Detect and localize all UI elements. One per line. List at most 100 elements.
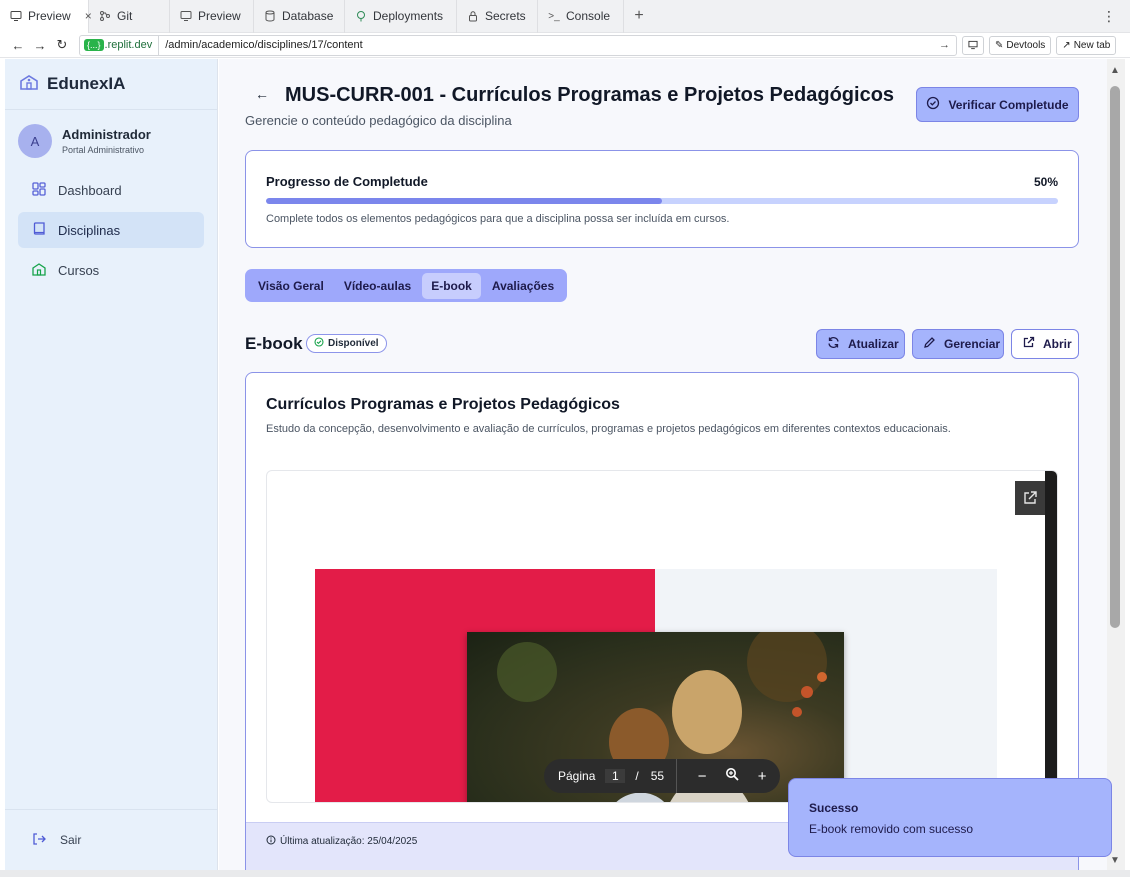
- monitor-icon: [180, 10, 192, 22]
- screen-icon: [968, 40, 978, 50]
- window-bottom-edge: [0, 870, 1130, 877]
- external-link-icon: [1022, 336, 1035, 352]
- tab-label: Preview: [198, 9, 241, 23]
- back-arrow-icon[interactable]: ←: [7, 38, 29, 53]
- browser-tab-bar: Preview × Git Preview Database Deploymen…: [0, 0, 1130, 33]
- address-field[interactable]: {...} .replit.dev /admin/academico/disci…: [79, 34, 957, 56]
- scrollbar-thumb[interactable]: [1110, 86, 1120, 628]
- open-label: Abrir: [1043, 337, 1072, 351]
- devtools-button[interactable]: ✎ Devtools: [989, 35, 1052, 55]
- logout-icon: [32, 832, 46, 849]
- zoom-in-button[interactable]: +: [747, 768, 777, 785]
- zoom-out-button[interactable]: −: [687, 768, 717, 785]
- page-number-input[interactable]: 1: [605, 769, 626, 783]
- page-total: 55: [650, 769, 665, 783]
- check-circle-icon: [314, 337, 324, 350]
- school-icon: [32, 262, 46, 279]
- new-tab-label: New tab: [1073, 39, 1111, 51]
- info-icon: [266, 835, 276, 848]
- tab-git[interactable]: Git: [89, 0, 170, 33]
- deploy-icon: [355, 10, 367, 22]
- brand: EdunexIA: [5, 59, 217, 110]
- user-profile: A Administrador Portal Administrativo: [5, 110, 217, 172]
- manage-button[interactable]: Gerenciar: [912, 329, 1004, 359]
- more-options-icon[interactable]: ⋮: [1102, 8, 1116, 25]
- success-toast[interactable]: Sucesso E-book removido com sucesso: [788, 778, 1112, 857]
- sidebar-item-label: Disciplinas: [58, 222, 121, 238]
- popout-button[interactable]: [1015, 481, 1045, 515]
- new-tab-link-button[interactable]: ↗ New tab: [1056, 35, 1117, 55]
- database-icon: [264, 10, 276, 22]
- page-title: MUS-CURR-001 - Currículos Programas e Pr…: [285, 84, 895, 106]
- user-name: Administrador: [62, 127, 151, 142]
- toast-message: E-book removido com sucesso: [809, 822, 974, 836]
- replit-badge: {...}: [84, 39, 104, 51]
- progress-fill: [266, 198, 662, 204]
- sidebar-item-cursos[interactable]: Cursos: [18, 252, 204, 288]
- tab-label: Git: [117, 9, 133, 23]
- verify-completeness-button[interactable]: Verificar Completude: [916, 87, 1079, 122]
- sidebar-item-label: Dashboard: [58, 182, 122, 198]
- tab-deployments[interactable]: Deployments: [345, 0, 457, 33]
- dashboard-icon: [32, 181, 46, 199]
- sidebar-item-dashboard[interactable]: Dashboard: [18, 172, 204, 208]
- check-circle-icon: [926, 96, 940, 113]
- page-scrollbar[interactable]: ▲ ▼: [1107, 59, 1125, 870]
- tab-visao-geral[interactable]: Visão Geral: [249, 273, 333, 299]
- content-tabs: Visão Geral Vídeo-aulas E-book Avaliaçõe…: [245, 269, 568, 302]
- last-updated-text: Última atualização: 25/04/2025: [280, 836, 418, 847]
- progress-card: Progresso de Completude 50% Complete tod…: [245, 150, 1079, 248]
- sidebar: EdunexIA A Administrador Portal Administ…: [5, 59, 218, 870]
- tab-ebook[interactable]: E-book: [422, 272, 481, 299]
- screen-button[interactable]: [962, 35, 984, 55]
- zoom-icon[interactable]: [717, 767, 747, 785]
- tab-database[interactable]: Database: [254, 0, 345, 33]
- url-host: {...} .replit.dev: [80, 35, 160, 55]
- manage-label: Gerenciar: [944, 337, 1001, 351]
- git-icon: [99, 10, 111, 22]
- page-label: Página: [558, 769, 596, 783]
- devtools-label: Devtools: [1006, 39, 1046, 51]
- sidebar-item-label: Cursos: [58, 262, 100, 278]
- ebook-title: Currículos Programas e Projetos Pedagógi…: [266, 396, 620, 413]
- tab-preview[interactable]: Preview ×: [0, 0, 92, 33]
- tab-video-aulas[interactable]: Vídeo-aulas: [335, 273, 420, 299]
- sidebar-item-disciplinas[interactable]: Disciplinas: [18, 212, 204, 248]
- refresh-label: Atualizar: [848, 337, 899, 351]
- logout-button[interactable]: Sair: [5, 809, 218, 870]
- scroll-up-icon[interactable]: ▲: [1110, 65, 1120, 76]
- tab-label: Preview: [28, 9, 71, 23]
- forward-arrow-icon[interactable]: →: [29, 38, 51, 53]
- sidebar-nav: Dashboard Disciplinas Cursos: [5, 172, 217, 288]
- new-tab-button[interactable]: +: [624, 7, 654, 25]
- go-arrow-icon[interactable]: →: [939, 39, 950, 51]
- progress-percent: 50%: [1033, 175, 1058, 189]
- url-path: /admin/academico/disciplines/17/content: [165, 39, 363, 51]
- scroll-down-icon[interactable]: ▼: [1110, 855, 1120, 866]
- refresh-button[interactable]: Atualizar: [816, 329, 905, 359]
- verify-label: Verificar Completude: [948, 97, 1069, 112]
- reload-icon[interactable]: ↻: [51, 37, 73, 53]
- brand-name: EdunexIA: [47, 74, 126, 93]
- terminal-icon: >_: [548, 10, 560, 22]
- open-button[interactable]: Abrir: [1011, 329, 1079, 359]
- ebook-section-title: E-book: [245, 334, 303, 353]
- tab-label: Database: [282, 9, 334, 23]
- host-text: .replit.dev: [104, 39, 153, 51]
- tab-avaliacoes[interactable]: Avaliações: [483, 273, 563, 299]
- toast-title: Sucesso: [809, 801, 859, 815]
- tab-console[interactable]: >_ Console: [538, 0, 624, 33]
- pdf-viewer[interactable]: Página 1 / 55 − +: [266, 470, 1058, 803]
- page-subtitle: Gerencie o conteúdo pedagógico da discip…: [245, 113, 512, 128]
- viewer-scrollbar[interactable]: [1045, 471, 1057, 802]
- tab-label: Console: [566, 9, 611, 23]
- tab-preview-2[interactable]: Preview: [170, 0, 254, 33]
- toolbar-divider: [676, 759, 678, 793]
- pdf-toolbar: Página 1 / 55 − +: [544, 759, 780, 793]
- back-button[interactable]: ←: [255, 86, 269, 102]
- refresh-icon: [827, 336, 840, 352]
- wrench-icon: ✎: [995, 39, 1004, 51]
- user-role: Portal Administrativo: [62, 145, 145, 155]
- ebook-description: Estudo da concepção, desenvolvimento e a…: [266, 423, 951, 435]
- tab-secrets[interactable]: Secrets: [457, 0, 538, 33]
